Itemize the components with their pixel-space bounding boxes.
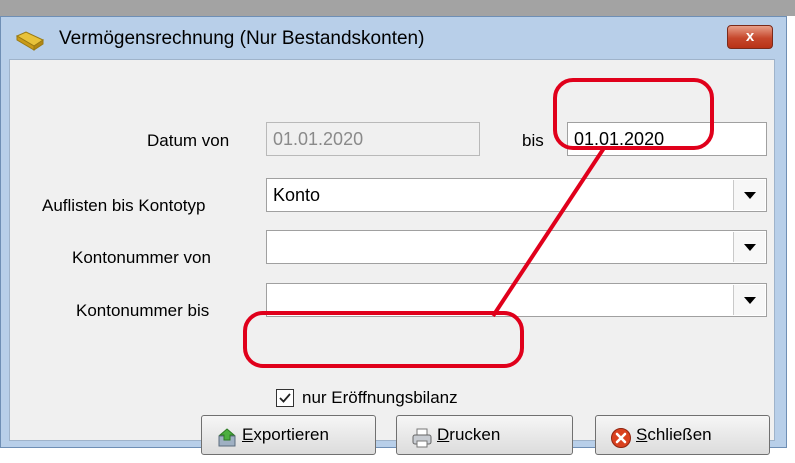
folder-coins-icon: [15, 30, 45, 52]
window-title: Vermögensrechnung (Nur Bestandskonten): [59, 28, 425, 49]
kontonummer-von-dropdown-button[interactable]: [733, 232, 765, 262]
bis-date-value: 01.01.2020: [574, 129, 665, 149]
bis-date-field[interactable]: 01.01.2020: [567, 122, 767, 156]
close-circle-icon: [610, 425, 632, 448]
print-label: rucken: [449, 425, 501, 444]
background-strip: [0, 0, 795, 16]
dialog-body: Datum von 01.01.2020 bis 01.01.2020 Aufl…: [9, 59, 775, 455]
chevron-down-icon: [744, 192, 756, 199]
export-accel: E: [242, 425, 254, 444]
close-button[interactable]: Schließen: [595, 415, 770, 455]
close-accel: S: [636, 425, 648, 444]
title-bar[interactable]: Vermögensrechnung (Nur Bestandskonten) x: [1, 17, 786, 59]
kontotyp-dropdown-button[interactable]: [733, 180, 765, 210]
kontonummer-bis-combobox[interactable]: [266, 283, 767, 317]
kontonummer-von-label: Kontonummer von: [72, 248, 211, 267]
datum-von-value: 01.01.2020: [273, 129, 364, 149]
close-label: chließen: [647, 425, 712, 444]
close-icon: x: [745, 28, 755, 45]
dialog-window: Vermögensrechnung (Nur Bestandskonten) x…: [0, 16, 787, 455]
kontonummer-von-combobox[interactable]: [266, 230, 767, 264]
kontotyp-value: Konto: [273, 185, 321, 205]
kontotyp-combobox[interactable]: Konto: [266, 178, 767, 212]
kontonummer-bis-label: Kontonummer bis: [76, 301, 210, 320]
eroeffnungsbilanz-label: nur Eröffnungsbilanz: [302, 388, 458, 407]
export-label: xportieren: [253, 425, 329, 444]
window-close-button[interactable]: x: [727, 25, 773, 49]
datum-von-label: Datum von: [147, 131, 230, 150]
export-button[interactable]: Exportieren: [201, 415, 376, 455]
chevron-down-icon: [744, 297, 756, 304]
chevron-down-icon: [744, 244, 756, 251]
checkmark-icon: [279, 393, 291, 403]
print-button[interactable]: Drucken: [396, 415, 573, 455]
kontotyp-label: Auflisten bis Kontotyp: [42, 196, 206, 215]
bis-label: bis: [522, 131, 544, 150]
eroeffnungsbilanz-checkbox[interactable]: [276, 389, 294, 407]
printer-icon: [411, 425, 433, 448]
datum-von-field: 01.01.2020: [266, 122, 480, 156]
export-icon: [216, 425, 238, 447]
print-accel: D: [437, 425, 450, 444]
kontonummer-bis-dropdown-button[interactable]: [733, 285, 765, 315]
